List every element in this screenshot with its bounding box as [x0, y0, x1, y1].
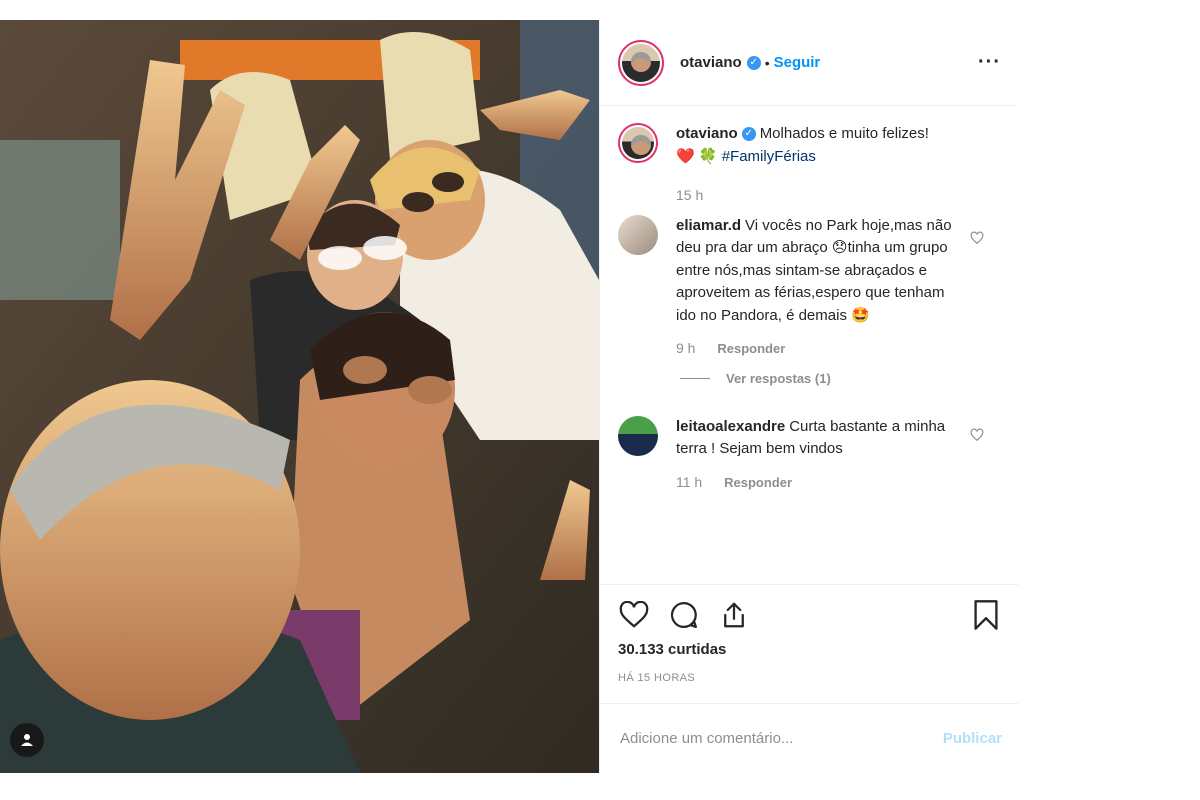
- comment-time: 9 h: [676, 340, 696, 356]
- comment-like-heart-icon[interactable]: [970, 231, 984, 245]
- caption-row: otaviano ✓ Molhados e muito felizes! ❤️ 🍀 …: [600, 123, 1018, 207]
- reply-button[interactable]: Responder: [717, 341, 785, 356]
- post-header: otaviano ✓ • Seguir ···: [600, 20, 1017, 106]
- verified-badge-icon: ✓: [746, 55, 761, 70]
- comment-text: leitaoalexandre Curta bastante a minha te…: [676, 416, 966, 495]
- reply-button[interactable]: Responder: [724, 475, 792, 490]
- caption-emojis: ❤️ 🍀: [676, 147, 718, 165]
- bookmark-icon: [974, 600, 998, 630]
- verified-badge-icon: ✓: [741, 127, 756, 142]
- replies-line: [680, 377, 710, 379]
- caption-username[interactable]: otaviano: [676, 125, 738, 142]
- post-photo[interactable]: [0, 20, 599, 773]
- more-options-icon[interactable]: ···: [978, 51, 1001, 74]
- separator-dot: •: [764, 54, 770, 71]
- share-icon: [724, 602, 744, 628]
- caption-time: 15 h: [676, 187, 704, 203]
- caption-avatar[interactable]: [618, 123, 658, 163]
- save-button[interactable]: [970, 599, 1002, 631]
- like-button[interactable]: [618, 599, 650, 631]
- heart-icon: [619, 601, 649, 628]
- caption-hashtag[interactable]: #FamilyFérias: [722, 148, 816, 165]
- post-timestamp: HÁ 15 HORAS: [618, 672, 696, 684]
- comment-username[interactable]: leitaoalexandre: [676, 418, 785, 435]
- post-panel: otaviano ✓ • Seguir ··· otaviano ✓ Molhado…: [599, 20, 1018, 773]
- comment-meta: 11 h Responder: [676, 471, 966, 495]
- comment-username[interactable]: eliamar.d: [676, 217, 741, 234]
- user-tag-icon: [21, 734, 33, 746]
- comment-icon: [670, 601, 697, 628]
- user-tag-button[interactable]: [10, 723, 44, 757]
- author-username[interactable]: otaviano: [680, 54, 742, 71]
- action-icons: [618, 585, 1002, 645]
- comment-meta: 9 h Responder: [676, 337, 966, 361]
- likes-count[interactable]: 30.133 curtidas: [618, 641, 1002, 658]
- view-replies-label: Ver respostas (1): [726, 370, 831, 386]
- author-avatar[interactable]: [618, 39, 664, 86]
- post-actions: 30.133 curtidas HÁ 15 HORAS: [600, 584, 1018, 684]
- comments-list[interactable]: otaviano ✓ Molhados e muito felizes! ❤️ 🍀 …: [600, 107, 1018, 584]
- comment-button[interactable]: [668, 599, 700, 631]
- comment-input[interactable]: [620, 730, 933, 747]
- comment-time: 11 h: [676, 473, 703, 490]
- share-button[interactable]: [718, 599, 750, 631]
- caption-text: otaviano ✓ Molhados e muito felizes! ❤️ 🍀 …: [676, 123, 966, 207]
- comment-row: eliamar.d Vi vocês no Park hoje,mas não d…: [600, 214, 1018, 361]
- photo-illustration: [0, 20, 599, 773]
- caption-body: Molhados e muito felizes!: [759, 125, 929, 142]
- publish-button[interactable]: Publicar: [943, 730, 1002, 747]
- follow-button[interactable]: Seguir: [774, 54, 821, 71]
- commenter-avatar[interactable]: [618, 415, 658, 456]
- comment-row: leitaoalexandre Curta bastante a minha te…: [600, 415, 1018, 495]
- comment-text: eliamar.d Vi vocês no Park hoje,mas não d…: [676, 215, 966, 361]
- comment-like-heart-icon[interactable]: [970, 428, 984, 442]
- view-replies-button[interactable]: Ver respostas (1): [680, 371, 1018, 386]
- commenter-avatar[interactable]: [618, 214, 658, 255]
- add-comment-bar: Publicar: [600, 703, 1018, 773]
